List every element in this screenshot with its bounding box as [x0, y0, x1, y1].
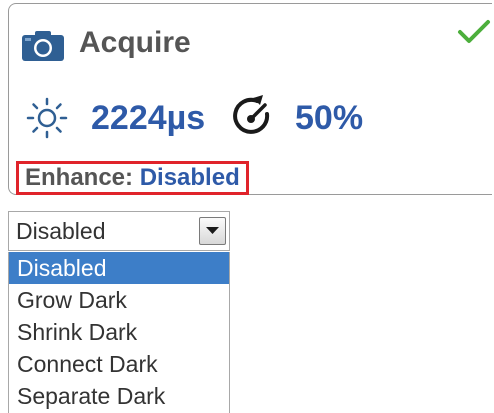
gain-value: 50% — [295, 99, 364, 137]
camera-icon — [22, 31, 64, 61]
enhance-value: Disabled — [139, 164, 240, 191]
acquire-card[interactable]: Acquire 2224µs 50% Enhance: Disabled — [8, 3, 492, 195]
enhance-options-list: Disabled Grow Dark Shrink Dark Connect D… — [8, 252, 230, 413]
enhance-label: Enhance: — [25, 164, 134, 191]
sun-icon — [26, 97, 68, 139]
option-grow-dark[interactable]: Grow Dark — [9, 284, 229, 316]
card-title: Acquire — [79, 26, 191, 59]
option-connect-dark[interactable]: Connect Dark — [9, 348, 229, 380]
acquire-settings-view: Acquire 2224µs 50% Enhance: Disabled Dis… — [0, 0, 494, 413]
enhance-status[interactable]: Enhance: Disabled — [16, 161, 249, 195]
enhance-select[interactable]: Disabled — [8, 211, 230, 251]
dropdown-toggle-button[interactable] — [199, 217, 226, 245]
gain-icon — [233, 95, 270, 134]
check-icon — [458, 20, 490, 43]
enhance-select-value: Disabled — [16, 218, 106, 244]
option-separate-dark[interactable]: Separate Dark — [9, 380, 229, 412]
option-shrink-dark[interactable]: Shrink Dark — [9, 316, 229, 348]
option-disabled[interactable]: Disabled — [9, 252, 229, 284]
exposure-value: 2224µs — [91, 99, 206, 137]
chevron-down-icon — [206, 227, 219, 234]
